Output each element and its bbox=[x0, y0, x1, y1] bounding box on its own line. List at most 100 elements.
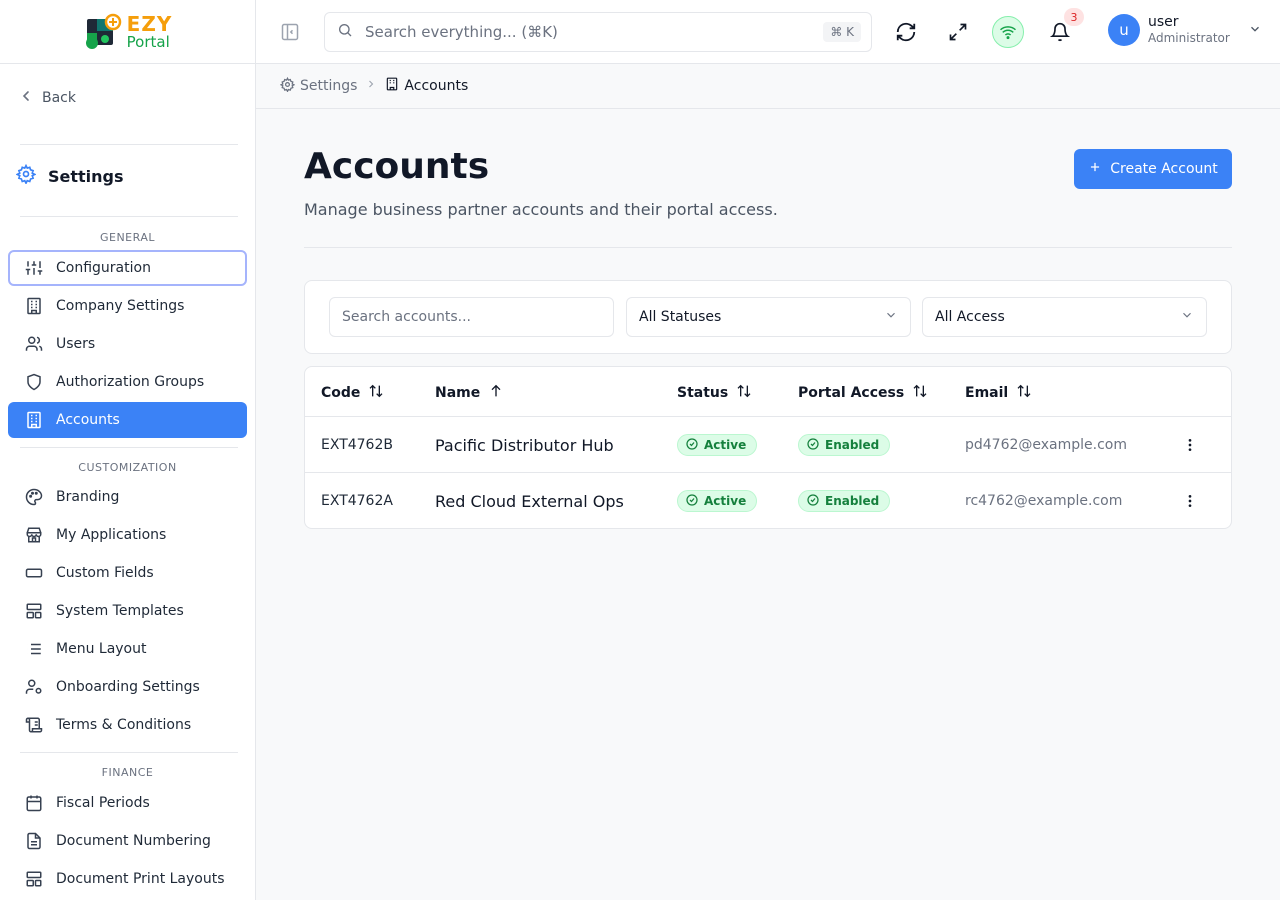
list-icon bbox=[24, 639, 44, 659]
sidebar-item-document-print-layouts[interactable]: Document Print Layouts bbox=[8, 861, 247, 897]
check-circle-icon bbox=[686, 493, 698, 509]
cell-status: Active bbox=[677, 473, 758, 528]
sidebar-item-label: Fiscal Periods bbox=[56, 795, 150, 811]
status-filter-select[interactable]: All Statuses bbox=[626, 297, 911, 337]
chevron-down-icon bbox=[1248, 21, 1262, 40]
sliders-icon bbox=[24, 258, 44, 278]
divider bbox=[304, 247, 1232, 248]
template-icon bbox=[24, 601, 44, 621]
breadcrumb-label: Settings bbox=[300, 78, 358, 94]
column-header-portal-access[interactable]: Portal Access bbox=[798, 383, 928, 403]
cell-name: Red Cloud External Ops bbox=[435, 491, 624, 511]
sidebar-item-label: Custom Fields bbox=[56, 565, 154, 581]
column-label: Email bbox=[965, 385, 1009, 401]
refresh-button[interactable] bbox=[894, 20, 918, 44]
column-header-status[interactable]: Status bbox=[677, 383, 752, 403]
chevron-down-icon bbox=[884, 308, 898, 326]
gear-icon bbox=[279, 76, 296, 96]
more-vertical-icon[interactable] bbox=[1178, 489, 1202, 513]
global-search-input[interactable]: Search everything... (⌘K) ⌘ K bbox=[324, 12, 872, 52]
breadcrumb-accounts: Accounts bbox=[385, 77, 468, 95]
check-circle-icon bbox=[807, 437, 819, 453]
sidebar-item-label: My Applications bbox=[56, 527, 167, 543]
user-name: user bbox=[1148, 14, 1179, 31]
sidebar-item-label: Document Print Layouts bbox=[56, 871, 225, 887]
sidebar-item-accounts[interactable]: Accounts bbox=[8, 402, 247, 438]
table-row[interactable]: EXT4762B Pacific Distributor Hub Active … bbox=[305, 417, 1231, 473]
sidebar-item-label: Onboarding Settings bbox=[56, 679, 200, 695]
fullscreen-button[interactable] bbox=[946, 20, 970, 44]
table-row[interactable]: EXT4762A Red Cloud External Ops Active E… bbox=[305, 473, 1231, 528]
sidebar-item-authorization-groups[interactable]: Authorization Groups bbox=[8, 364, 247, 400]
sidebar-item-users[interactable]: Users bbox=[8, 326, 247, 362]
sidebar-title: Settings bbox=[15, 163, 124, 188]
shortcut-hint: ⌘ K bbox=[823, 22, 861, 42]
status-badge: Active bbox=[677, 490, 758, 512]
sidebar-item-document-numbering[interactable]: Document Numbering bbox=[8, 823, 247, 859]
divider bbox=[20, 447, 238, 448]
sidebar-item-label: Accounts bbox=[56, 412, 120, 428]
sidebar-item-my-applications[interactable]: My Applications bbox=[8, 517, 247, 553]
sidebar-toggle-button[interactable] bbox=[280, 22, 300, 42]
sidebar-item-custom-fields[interactable]: Custom Fields bbox=[8, 555, 247, 591]
divider bbox=[20, 216, 238, 217]
cell-name: Pacific Distributor Hub bbox=[435, 435, 614, 455]
filter-bar: Search accounts... All Statuses All Acce… bbox=[304, 280, 1232, 354]
section-label-finance: FINANCE bbox=[101, 766, 154, 779]
sidebar-item-onboarding-settings[interactable]: Onboarding Settings bbox=[8, 669, 247, 705]
sort-both-icon bbox=[1016, 383, 1032, 403]
plus-icon bbox=[1088, 160, 1102, 178]
sort-both-icon bbox=[368, 383, 384, 403]
file-text-icon bbox=[24, 831, 44, 851]
access-badge-label: Enabled bbox=[825, 438, 880, 452]
wifi-icon bbox=[1000, 26, 1016, 40]
store-icon bbox=[24, 525, 44, 545]
sidebar-item-branding[interactable]: Branding bbox=[8, 479, 247, 515]
back-button[interactable]: Back bbox=[20, 90, 76, 106]
avatar: u bbox=[1108, 14, 1140, 46]
sidebar-item-configuration[interactable]: Configuration bbox=[8, 250, 247, 286]
sidebar-item-system-templates[interactable]: System Templates bbox=[8, 593, 247, 629]
account-search-input[interactable]: Search accounts... bbox=[329, 297, 614, 337]
user-menu[interactable]: u user Administrator bbox=[1108, 14, 1262, 46]
create-account-button[interactable]: Create Account bbox=[1074, 149, 1232, 189]
shield-icon bbox=[24, 372, 44, 392]
breadcrumb-settings[interactable]: Settings bbox=[279, 76, 358, 96]
sidebar-item-fiscal-periods[interactable]: Fiscal Periods bbox=[8, 785, 247, 821]
more-vertical-icon[interactable] bbox=[1178, 433, 1202, 457]
cell-code: EXT4762B bbox=[321, 437, 393, 453]
status-badge: Active bbox=[677, 434, 758, 456]
create-account-label: Create Account bbox=[1110, 161, 1218, 177]
building-icon bbox=[385, 77, 399, 95]
sidebar-item-company-settings[interactable]: Company Settings bbox=[8, 288, 247, 324]
access-filter-select[interactable]: All Access bbox=[922, 297, 1207, 337]
column-header-code[interactable]: Code bbox=[321, 383, 384, 403]
connection-status-button[interactable] bbox=[992, 16, 1024, 48]
sidebar-item-label: System Templates bbox=[56, 603, 184, 619]
logo[interactable]: EZY Portal bbox=[83, 13, 173, 51]
sidebar-item-terms-conditions[interactable]: Terms & Conditions bbox=[8, 707, 247, 743]
status-badge-label: Active bbox=[704, 438, 747, 452]
row-actions bbox=[1178, 417, 1202, 473]
cell-portal-access: Enabled bbox=[798, 417, 891, 473]
column-header-name[interactable]: Name bbox=[435, 383, 504, 403]
palette-icon bbox=[24, 487, 44, 507]
logo-icon bbox=[83, 13, 123, 51]
column-label: Portal Access bbox=[798, 385, 905, 401]
sort-both-icon bbox=[736, 383, 752, 403]
expand-icon bbox=[949, 23, 967, 41]
gear-icon bbox=[15, 163, 37, 188]
table-header: Code Name Status Portal Access Email bbox=[305, 367, 1231, 417]
sidebar-item-label: Branding bbox=[56, 489, 120, 505]
users-icon bbox=[24, 334, 44, 354]
user-role: Administrator bbox=[1148, 31, 1230, 46]
page-title: Accounts bbox=[304, 146, 490, 187]
panel-left-icon bbox=[281, 23, 299, 41]
column-header-email[interactable]: Email bbox=[965, 383, 1032, 403]
check-circle-icon bbox=[686, 437, 698, 453]
chevron-left-icon bbox=[20, 90, 32, 106]
sidebar-item-label: Terms & Conditions bbox=[56, 717, 192, 733]
building-icon bbox=[24, 410, 44, 430]
sidebar-item-menu-layout[interactable]: Menu Layout bbox=[8, 631, 247, 667]
cell-email: rc4762@example.com bbox=[965, 493, 1123, 509]
